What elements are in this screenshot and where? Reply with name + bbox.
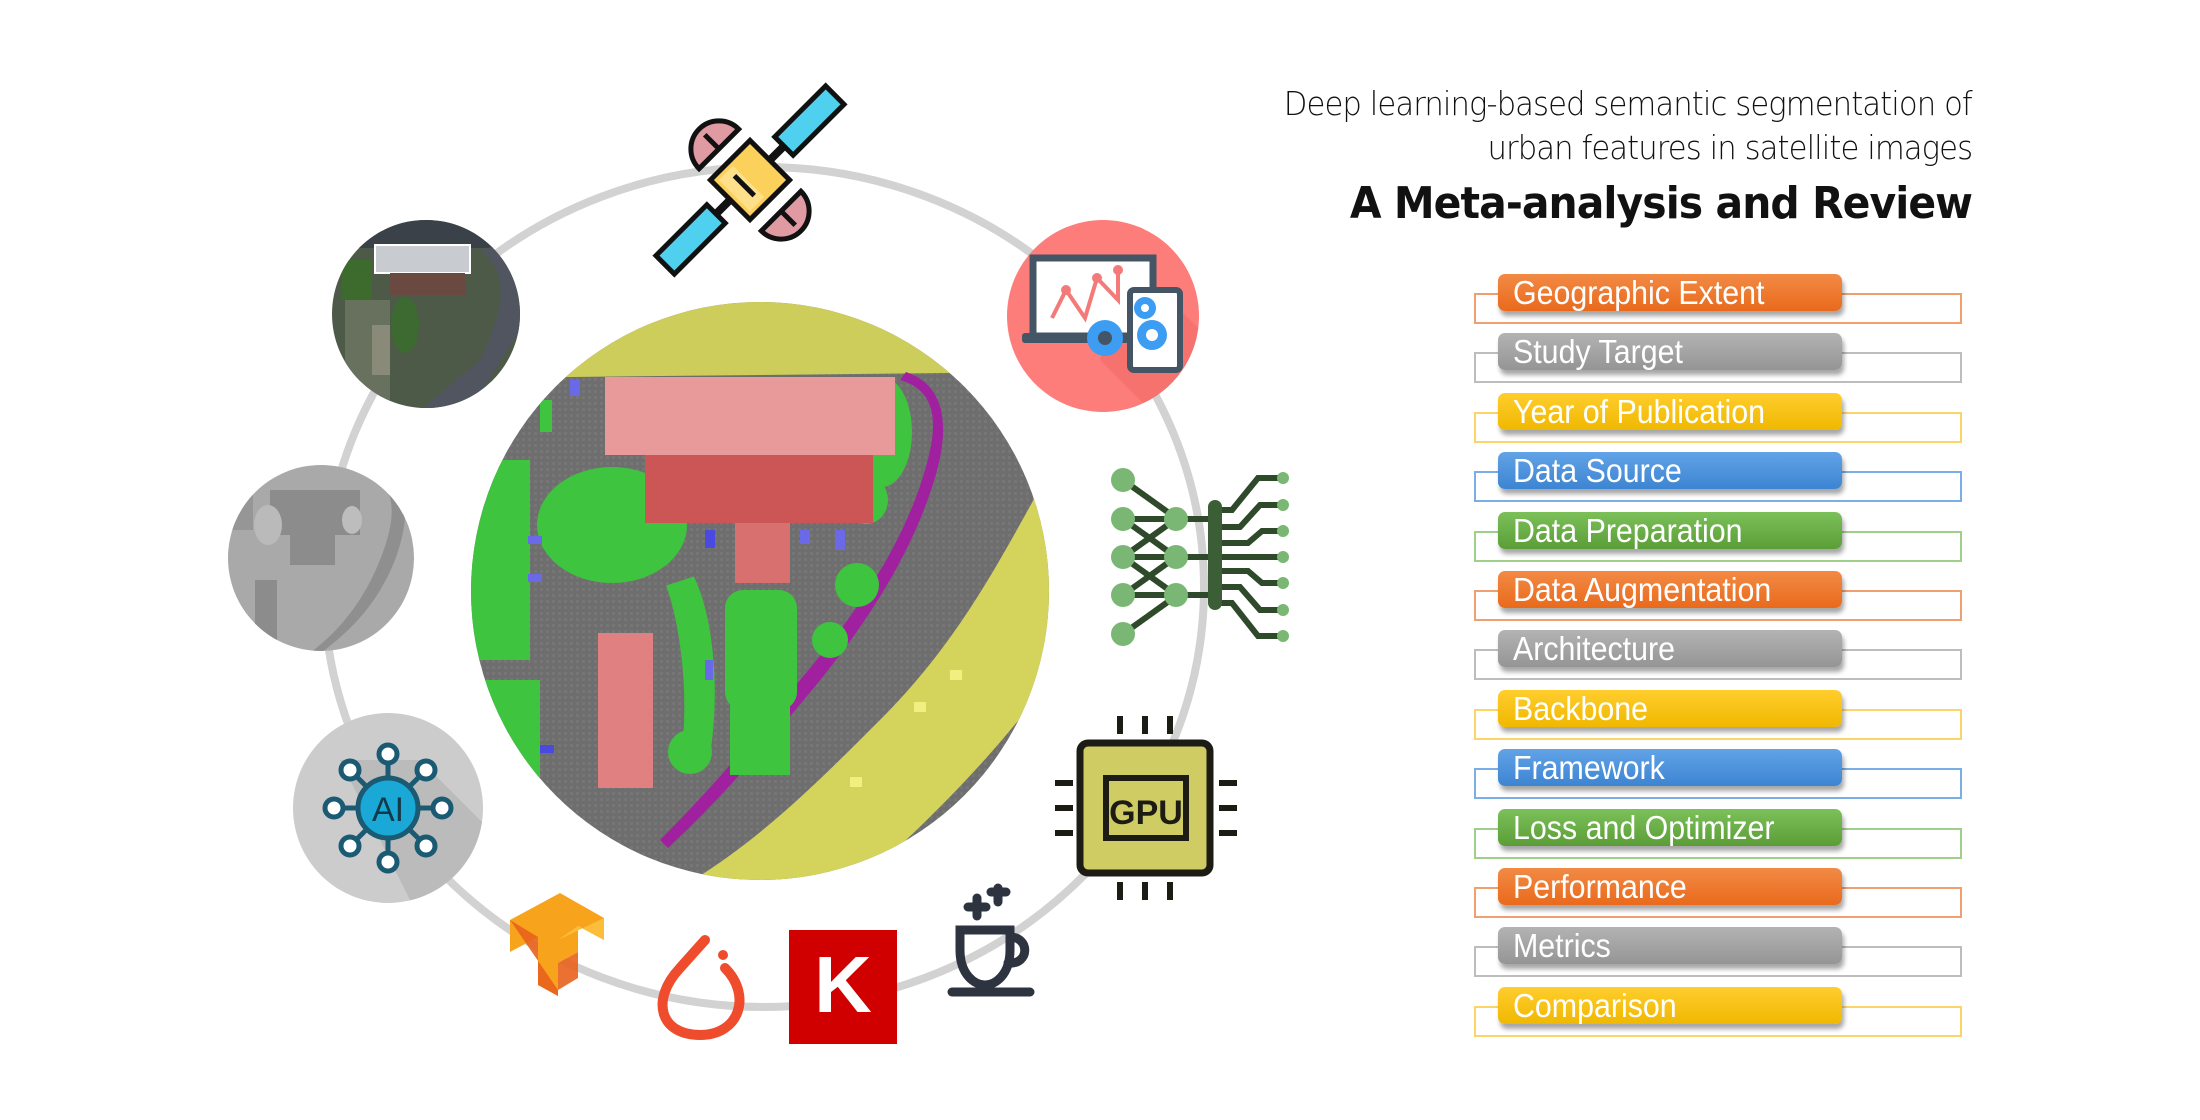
topic-pill: Backbone	[1498, 689, 1842, 727]
main-title: A Meta-analysis and Review	[1349, 178, 1973, 229]
java-cup-icon	[947, 883, 1035, 997]
title-line-2: urban features in satellite images	[1487, 128, 1973, 167]
topic-item: Performance	[1474, 868, 1966, 920]
topic-item: Backbone	[1474, 689, 1966, 742]
topic-item: Year of Publication	[1474, 392, 1966, 445]
topic-item: Architecture	[1474, 630, 1966, 682]
topic-pill: Framework	[1498, 749, 1842, 787]
topic-pill: Data Preparation	[1498, 511, 1842, 549]
ai-network-icon: AI	[293, 713, 483, 903]
ai-label: AI	[372, 791, 404, 829]
topic-item: Study Target	[1474, 333, 1966, 385]
topic-label: Comparison	[1513, 986, 1677, 1024]
topic-label: Study Target	[1513, 333, 1683, 371]
topic-pill: Study Target	[1498, 333, 1842, 371]
topic-label: Data Preparation	[1513, 511, 1743, 549]
keras-label: K	[814, 940, 872, 1029]
gpu-label: GPU	[1109, 794, 1183, 832]
analytics-dashboard-icon	[1007, 220, 1199, 412]
topic-item: Comparison	[1474, 986, 1966, 1039]
topic-pill: Year of Publication	[1498, 392, 1842, 430]
topic-pill: Data Augmentation	[1498, 571, 1842, 608]
topic-item: Loss and Optimizer	[1474, 808, 1966, 861]
topic-label: Metrics	[1513, 927, 1611, 965]
topic-label: Data Source	[1513, 452, 1682, 490]
topic-label: Loss and Optimizer	[1513, 808, 1775, 846]
topic-item: Framework	[1474, 749, 1966, 801]
topic-item: Geographic Extent	[1474, 274, 1966, 326]
topic-label: Architecture	[1513, 630, 1675, 668]
topic-item: Data Augmentation	[1474, 571, 1966, 623]
pytorch-logo	[657, 935, 745, 1041]
workflow-graphic: GPU K AI	[228, 82, 1289, 1044]
tensorflow-logo	[510, 893, 604, 996]
topic-pill: Comparison	[1498, 986, 1842, 1024]
title-line-1: Deep learning-based semantic segmentatio…	[1283, 84, 1973, 123]
topic-pill: Data Source	[1498, 452, 1842, 490]
topic-pill: Performance	[1498, 868, 1842, 905]
topic-pill: Loss and Optimizer	[1498, 808, 1842, 846]
topic-item: Data Source	[1474, 452, 1966, 504]
topic-label: Geographic Extent	[1513, 274, 1765, 311]
topic-label: Year of Publication	[1513, 392, 1766, 430]
topic-pill: Metrics	[1498, 927, 1842, 965]
topic-pill: Architecture	[1498, 630, 1842, 668]
topic-pill: Geographic Extent	[1498, 274, 1842, 311]
segmentation-mask-image	[228, 465, 414, 651]
topic-label: Backbone	[1513, 689, 1649, 727]
gpu-chip-icon: GPU	[1055, 716, 1237, 900]
segmented-aerial-image	[471, 302, 1049, 880]
topic-item: Data Preparation	[1474, 511, 1966, 564]
topic-label: Performance	[1513, 868, 1687, 905]
topic-item: Metrics	[1474, 927, 1966, 979]
topic-label: Data Augmentation	[1513, 571, 1772, 608]
aerial-photo-image	[332, 220, 520, 408]
keras-logo: K	[789, 930, 897, 1044]
topic-label: Framework	[1513, 749, 1665, 787]
